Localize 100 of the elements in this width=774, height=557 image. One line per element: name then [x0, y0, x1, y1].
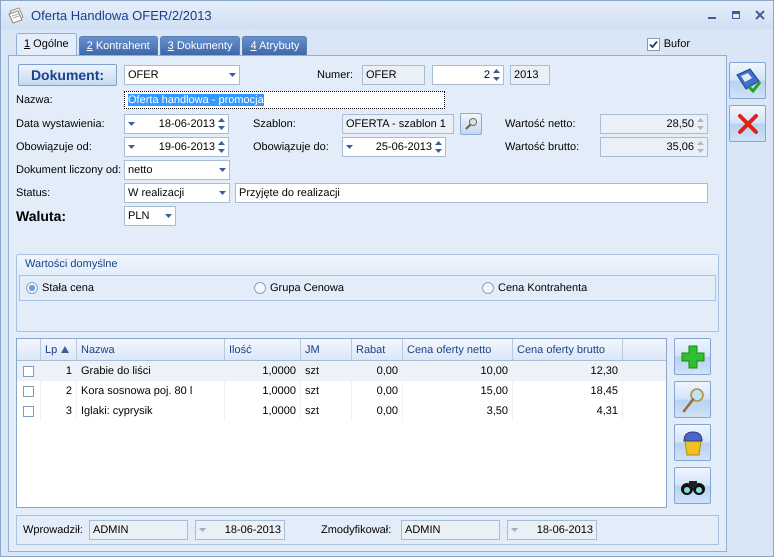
- caret-icon: [128, 122, 135, 126]
- table-cell: Iglaki: cyprysik: [77, 401, 225, 421]
- document-type-dropdown[interactable]: OFER: [124, 65, 240, 85]
- field-label: Obowiązuje od:: [16, 141, 93, 153]
- column-header[interactable]: JM: [301, 339, 352, 360]
- table-cell: 10,00: [403, 361, 513, 381]
- column-header[interactable]: Rabat: [352, 339, 403, 360]
- date-field[interactable]: 19-06-2013: [124, 137, 229, 157]
- field-label: Waluta:: [16, 208, 68, 224]
- preview-button[interactable]: [674, 381, 711, 418]
- date-field[interactable]: 25-06-2013: [342, 137, 446, 157]
- tab[interactable]: 2 Kontrahent: [78, 36, 158, 55]
- column-header[interactable]: Nazwa: [77, 339, 225, 360]
- cancel-button[interactable]: [729, 105, 766, 142]
- caret-icon: [165, 214, 172, 218]
- table-cell: 12,30: [513, 361, 623, 381]
- spinner-icon[interactable]: [218, 117, 225, 131]
- field-label: Obowiązuje do:: [253, 141, 330, 153]
- radio-button[interactable]: [254, 282, 266, 294]
- document-stack-icon: [7, 6, 25, 24]
- gross-value-field: 35,06: [600, 137, 708, 157]
- spinner-icon[interactable]: [435, 140, 442, 154]
- number-prefix-field: OFER: [362, 65, 425, 85]
- close-icon[interactable]: [755, 10, 765, 20]
- description-field[interactable]: Przyjęte do realizacji: [235, 183, 708, 203]
- table-cell: 1: [41, 361, 77, 381]
- table-cell: 1,0000: [225, 381, 301, 401]
- table-cell: 15,00: [403, 381, 513, 401]
- checkbox[interactable]: [23, 406, 34, 416]
- radio-label: Cena Kontrahenta: [498, 282, 588, 294]
- field-label: Wartość netto:: [505, 118, 577, 130]
- table-cell: Grabie do liści: [77, 361, 225, 381]
- currency-dropdown[interactable]: PLN: [124, 206, 176, 226]
- caret-icon: [219, 168, 226, 172]
- user-field: ADMIN: [401, 520, 500, 540]
- table-cell: 18,45: [513, 381, 623, 401]
- radio-button[interactable]: [482, 282, 494, 294]
- magnifier-icon: [464, 117, 478, 131]
- checkbox[interactable]: [646, 38, 660, 50]
- checkbox[interactable]: [23, 366, 34, 376]
- floppy-disk-icon: [734, 66, 762, 94]
- caret-icon: [219, 191, 226, 195]
- plus-icon: [678, 342, 706, 370]
- column-header[interactable]: Cena oferty netto: [403, 339, 513, 360]
- field-label: Zmodyfikował:: [321, 524, 392, 536]
- net-value-field: 28,50: [600, 114, 708, 134]
- delete-button[interactable]: [674, 424, 711, 461]
- spinner-icon[interactable]: [218, 140, 225, 154]
- table-cell: 3: [41, 401, 77, 421]
- find-button[interactable]: [674, 467, 711, 504]
- status-dropdown[interactable]: W realizacji: [124, 183, 230, 203]
- table-cell: Kora sosnowa poj. 80 l: [77, 381, 225, 401]
- table-cell: szt: [301, 401, 352, 421]
- radio-button[interactable]: [26, 282, 38, 294]
- checkbox[interactable]: [23, 386, 34, 396]
- spinner-icon[interactable]: [493, 68, 500, 82]
- checkmark-icon: [648, 40, 658, 48]
- tab[interactable]: 4 Atrybuty: [242, 36, 308, 55]
- column-header[interactable]: Lp: [41, 339, 77, 360]
- field-label: Numer:: [317, 69, 354, 81]
- table-cell: 0,00: [352, 401, 403, 421]
- field-label: Status:: [16, 187, 52, 199]
- user-field: ADMIN: [89, 520, 188, 540]
- field-label: Data wystawienia:: [16, 118, 106, 130]
- table-row[interactable]: 2 Kora sosnowa poj. 80 l 1,0000 szt 0,00 15,00 18,45: [17, 381, 666, 401]
- table-row[interactable]: 3 Iglaki: cyprysik 1,0000 szt 0,00 3,50 4,31: [17, 401, 666, 421]
- table-cell: szt: [301, 381, 352, 401]
- date-field: 18-06-2013: [195, 520, 285, 540]
- field-label: Nazwa:: [16, 94, 54, 106]
- sort-icon: [61, 346, 70, 353]
- add-button[interactable]: [674, 338, 711, 375]
- year-field: 2013: [510, 65, 550, 85]
- tab[interactable]: 3 Dokumenty: [160, 36, 240, 55]
- date-field[interactable]: 18-06-2013: [124, 114, 229, 134]
- save-button[interactable]: [729, 62, 766, 99]
- search-button[interactable]: [460, 113, 482, 135]
- field-label: Szablon:: [253, 118, 297, 130]
- document-button[interactable]: Dokument:: [18, 64, 117, 86]
- table-cell: 0,00: [352, 381, 403, 401]
- calculation-dropdown[interactable]: netto: [124, 160, 230, 180]
- field-label: Wartość brutto:: [505, 141, 580, 153]
- field-label: Dokument liczony od:: [16, 164, 122, 176]
- tab[interactable]: 1 Ogólne: [16, 33, 77, 55]
- table-row[interactable]: 1 Grabie do liści 1,0000 szt 0,00 10,00 12,30: [17, 361, 666, 381]
- number-spinner[interactable]: 2: [432, 65, 504, 85]
- table-cell: 2: [41, 381, 77, 401]
- table-cell: 1,0000: [225, 361, 301, 381]
- column-header[interactable]: Ilość: [225, 339, 301, 360]
- table-cell: 1,0000: [225, 401, 301, 421]
- table-cell: 0,00: [352, 361, 403, 381]
- column-header[interactable]: Cena oferty brutto: [513, 339, 623, 360]
- field-label: Wprowadził:: [23, 524, 84, 536]
- table-cell: 4,31: [513, 401, 623, 421]
- table-cell: 3,50: [403, 401, 513, 421]
- radio-label: Grupa Cenowa: [270, 282, 344, 294]
- caret-icon: [511, 528, 518, 532]
- maximize-icon[interactable]: [731, 10, 741, 20]
- checkbox-label: Bufor: [664, 38, 690, 50]
- radio-label: Stała cena: [42, 282, 94, 294]
- window-title: Oferta Handlowa OFER/2/2013: [31, 8, 213, 22]
